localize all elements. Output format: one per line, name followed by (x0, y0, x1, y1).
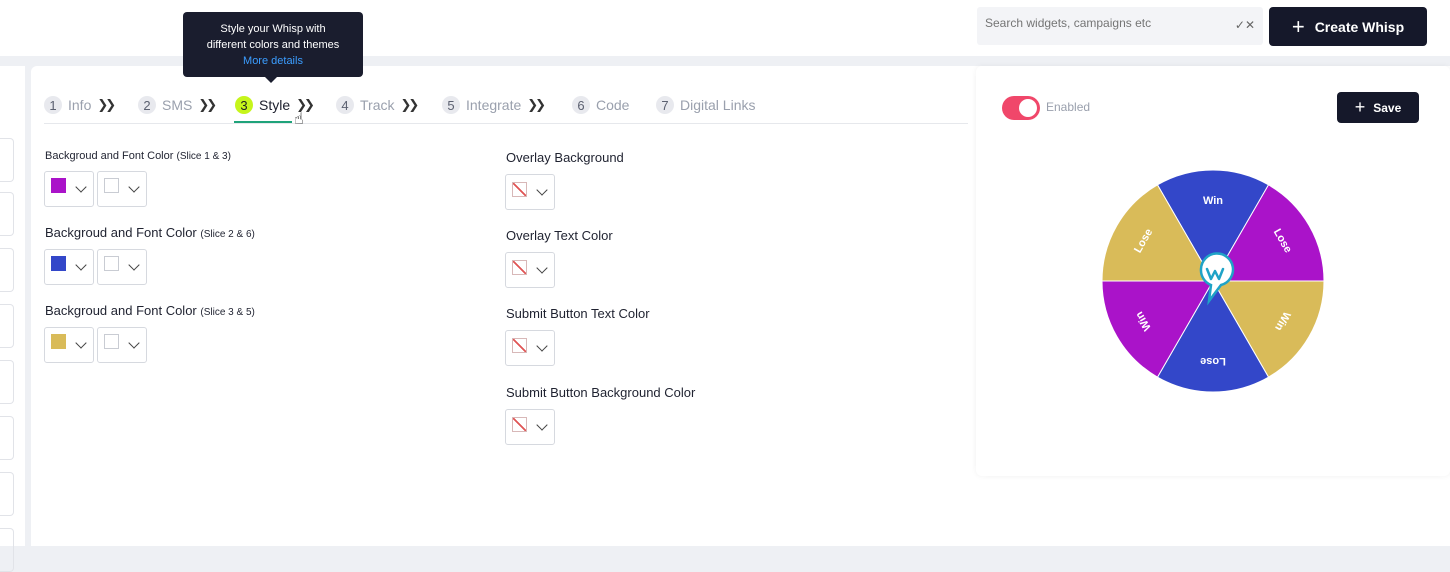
no-color-icon (512, 338, 527, 353)
tooltip-line-2: different colors and themes (206, 39, 340, 51)
no-color-icon (512, 417, 527, 432)
chevron-down-icon (536, 419, 548, 431)
chevron-down-icon (536, 184, 548, 196)
tab-info[interactable]: 1 Info ❯❯ (44, 96, 116, 114)
color-swatch (51, 178, 66, 193)
tab-sms[interactable]: 2 SMS ❯❯ (138, 96, 217, 114)
rail-item[interactable] (0, 472, 14, 516)
rail-item[interactable] (0, 528, 14, 572)
search-box[interactable]: ✓✕ (977, 7, 1263, 45)
rail-item[interactable] (0, 416, 14, 460)
step-label: Style (259, 97, 291, 113)
slice-1-3-bg-picker[interactable] (44, 171, 94, 207)
step-number: 1 (44, 96, 62, 114)
save-label: Save (1373, 100, 1402, 115)
color-swatch (104, 178, 119, 193)
overlay-text-color-label: Overlay Text Color (506, 228, 613, 243)
wheel-slice-label: Win (1203, 195, 1223, 207)
style-tooltip: Style your Whisp with different colors a… (183, 12, 363, 83)
chevron-down-icon (75, 259, 87, 271)
step-label: Track (360, 97, 395, 113)
rail-item[interactable] (0, 248, 14, 292)
chevron-down-icon (536, 340, 548, 352)
hand-cursor-icon: ☝ (294, 111, 304, 128)
plus-icon: + (1354, 97, 1366, 117)
create-whisp-button[interactable]: + Create Whisp (1269, 7, 1427, 46)
slice-3-5-label: Backgroud and Font Color (Slice 3 & 5) (45, 303, 255, 318)
chevron-down-icon (536, 262, 548, 274)
tab-integrate[interactable]: 5 Integrate ❯❯ (442, 96, 546, 114)
slice-3-5-bg-picker[interactable] (44, 327, 94, 363)
rail-item[interactable] (0, 138, 14, 182)
submit-text-color-label: Submit Button Text Color (506, 306, 650, 321)
step-number: 2 (138, 96, 156, 114)
step-label: SMS (162, 97, 193, 113)
slice-2-6-font-picker[interactable] (97, 249, 147, 285)
chevron-down-icon (75, 181, 87, 193)
active-tab-underline (234, 121, 292, 123)
tooltip-line-1: Style your Whisp with (220, 23, 326, 35)
rail-item[interactable] (0, 304, 14, 348)
submit-text-color-picker[interactable] (505, 330, 555, 366)
tab-digital-links[interactable]: 7 Digital Links (656, 96, 755, 114)
step-label: Code (596, 97, 630, 113)
chevron-down-icon (128, 259, 140, 271)
step-label: Info (68, 97, 92, 113)
create-whisp-label: Create Whisp (1314, 18, 1405, 35)
chevron-down-icon (75, 337, 87, 349)
step-number: 5 (442, 96, 460, 114)
color-swatch (51, 256, 66, 271)
step-label: Digital Links (680, 97, 756, 113)
chevron-right-icon: ❯❯ (198, 97, 217, 112)
toggle-knob (1019, 99, 1037, 117)
plus-icon: + (1291, 13, 1305, 39)
search-input[interactable] (985, 16, 1235, 30)
no-color-icon (512, 182, 527, 197)
chevron-right-icon: ❯❯ (527, 97, 546, 112)
no-color-icon (512, 260, 527, 275)
rail-item[interactable] (0, 192, 14, 236)
submit-bg-color-label: Submit Button Background Color (506, 385, 696, 400)
chevron-right-icon: ❯❯ (400, 97, 419, 112)
save-button[interactable]: + Save (1337, 92, 1419, 123)
overlay-background-picker[interactable] (505, 174, 555, 210)
enabled-toggle[interactable] (1002, 96, 1040, 120)
color-swatch (51, 334, 66, 349)
rail-item[interactable] (0, 360, 14, 404)
slice-1-3-label: Backgroud and Font Color (Slice 1 & 3) (45, 150, 231, 162)
overlay-background-label: Overlay Background (506, 150, 624, 165)
slice-1-3-font-picker[interactable] (97, 171, 147, 207)
step-number: 7 (656, 96, 674, 114)
x-clear-icon[interactable]: ✓✕ (1235, 18, 1255, 32)
more-details-link[interactable]: More details (183, 53, 363, 69)
slice-3-5-font-picker[interactable] (97, 327, 147, 363)
left-rail (0, 66, 25, 572)
overlay-text-color-picker[interactable] (505, 252, 555, 288)
wheel-slice-label: Lose (1200, 355, 1226, 367)
submit-bg-color-picker[interactable] (505, 409, 555, 445)
step-label: Integrate (466, 97, 522, 113)
slice-2-6-label: Backgroud and Font Color (Slice 2 & 6) (45, 225, 255, 240)
step-number: 3 (235, 96, 253, 114)
slice-2-6-bg-picker[interactable] (44, 249, 94, 285)
enabled-label: Enabled (1046, 100, 1091, 114)
step-number: 4 (336, 96, 354, 114)
chevron-down-icon (128, 337, 140, 349)
color-swatch (104, 256, 119, 271)
tab-track[interactable]: 4 Track ❯❯ (336, 96, 419, 114)
step-tabs: 1 Info ❯❯ 2 SMS ❯❯ 3 Style ❯❯ 4 Track ❯❯… (44, 96, 968, 124)
step-number: 6 (572, 96, 590, 114)
chevron-down-icon (128, 181, 140, 193)
tab-code[interactable]: 6 Code (572, 96, 629, 114)
color-swatch (104, 334, 119, 349)
spin-wheel: WinLoseWinLoseWinLose (1101, 169, 1325, 393)
chevron-right-icon: ❯❯ (97, 97, 116, 112)
